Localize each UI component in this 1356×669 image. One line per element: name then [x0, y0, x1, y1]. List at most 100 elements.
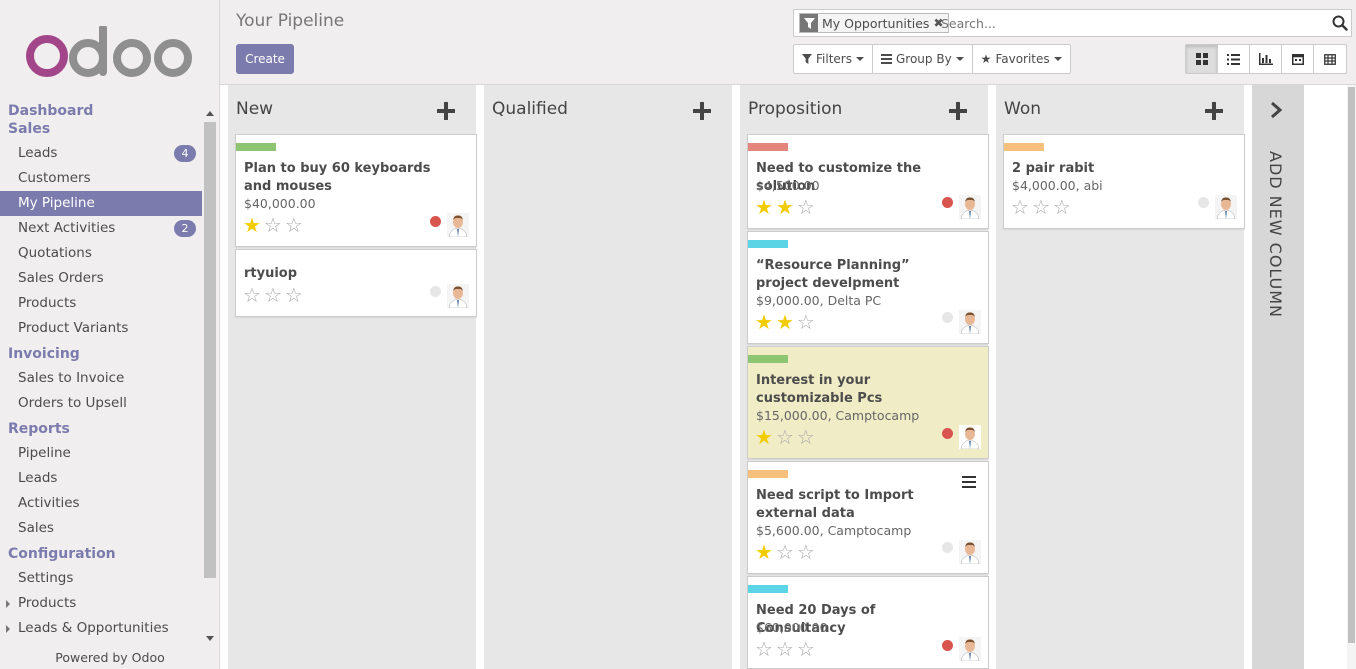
star-icon[interactable]: ☆	[797, 427, 815, 447]
menu-section-dashboard[interactable]: Dashboard	[0, 102, 202, 120]
add-card-plus-icon[interactable]	[1204, 101, 1224, 121]
kanban-card[interactable]: Need 20 Days of Consultancy $60,000.00 ☆…	[747, 576, 989, 669]
kanban-card[interactable]: Interest in your customizable Pcs $15,00…	[747, 346, 989, 459]
star-icon[interactable]: ☆	[1032, 197, 1050, 217]
star-icon[interactable]: ★	[243, 215, 261, 235]
search-input[interactable]	[941, 13, 1321, 33]
list-view-button[interactable]	[1218, 45, 1250, 73]
filters-button[interactable]: Filters	[794, 45, 873, 73]
sidebar-scrollbar[interactable]	[203, 108, 217, 650]
column-title[interactable]: Won	[1004, 99, 1041, 119]
menu-section-invoicing[interactable]: Invoicing	[0, 345, 202, 363]
menu-item-config-products[interactable]: Products	[0, 591, 202, 616]
avatar[interactable]	[959, 425, 981, 449]
menu-item-orders-to-upsell[interactable]: Orders to Upsell	[0, 391, 202, 416]
priority-stars[interactable]: ☆ ☆ ☆	[243, 285, 303, 305]
star-icon[interactable]: ☆	[285, 215, 303, 235]
search-icon[interactable]	[1332, 15, 1348, 35]
scroll-up-arrow-icon[interactable]	[206, 111, 214, 116]
priority-stars[interactable]: ★ ☆ ☆	[755, 542, 815, 562]
star-icon[interactable]: ☆	[797, 312, 815, 332]
star-icon[interactable]: ☆	[776, 542, 794, 562]
graph-view-button[interactable]	[1250, 45, 1282, 73]
activity-status-dot[interactable]	[942, 312, 953, 323]
kanban-card[interactable]: 2 pair rabit $4,000.00, abi ☆ ☆ ☆	[1003, 134, 1245, 229]
add-new-column[interactable]: ADD NEW COLUMN	[1252, 85, 1304, 669]
star-icon[interactable]: ★	[776, 312, 794, 332]
star-icon[interactable]: ☆	[1011, 197, 1029, 217]
search-bar[interactable]: My Opportunities ✖	[793, 9, 1352, 37]
odoo-logo[interactable]	[26, 26, 196, 86]
activity-status-dot[interactable]	[1198, 197, 1209, 208]
hamburger-menu-icon[interactable]	[962, 476, 976, 488]
menu-item-sales-to-invoice[interactable]: Sales to Invoice	[0, 366, 202, 391]
avatar[interactable]	[447, 213, 469, 237]
star-icon[interactable]: ☆	[264, 215, 282, 235]
priority-stars[interactable]: ☆ ☆ ☆	[1011, 197, 1071, 217]
kanban-card[interactable]: Need to customize the solution $4,500.00…	[747, 134, 989, 229]
activity-status-dot[interactable]	[942, 640, 953, 651]
star-icon[interactable]: ☆	[797, 639, 815, 659]
column-title[interactable]: Qualified	[492, 99, 568, 119]
menu-item-report-pipeline[interactable]: Pipeline	[0, 441, 202, 466]
priority-stars[interactable]: ★ ★ ☆	[755, 197, 815, 217]
add-card-plus-icon[interactable]	[692, 101, 712, 121]
kanban-card[interactable]: Need script to Import external data $5,6…	[747, 461, 989, 574]
star-icon[interactable]: ☆	[755, 639, 773, 659]
menu-item-sales-orders[interactable]: Sales Orders	[0, 266, 202, 291]
menu-item-report-activities[interactable]: Activities	[0, 491, 202, 516]
menu-item-settings[interactable]: Settings	[0, 566, 202, 591]
priority-stars[interactable]: ★ ☆ ☆	[243, 215, 303, 235]
priority-stars[interactable]: ☆ ☆ ☆	[755, 639, 815, 659]
add-card-plus-icon[interactable]	[436, 101, 456, 121]
kanban-card[interactable]: rtyuiop ☆ ☆ ☆	[235, 249, 477, 317]
star-icon[interactable]: ★	[755, 427, 773, 447]
star-icon[interactable]: ★	[776, 197, 794, 217]
avatar[interactable]	[959, 195, 981, 219]
activity-status-dot[interactable]	[942, 542, 953, 553]
menu-item-next-activities[interactable]: Next Activities 2	[0, 216, 202, 241]
menu-item-leads-opportunities[interactable]: Leads & Opportunities	[0, 616, 202, 641]
menu-section-reports[interactable]: Reports	[0, 420, 202, 438]
main-scrollbar[interactable]	[1347, 85, 1356, 669]
priority-stars[interactable]: ★ ★ ☆	[755, 312, 815, 332]
avatar[interactable]	[959, 540, 981, 564]
star-icon[interactable]: ☆	[243, 285, 261, 305]
add-card-plus-icon[interactable]	[948, 101, 968, 121]
activity-status-dot[interactable]	[942, 428, 953, 439]
powered-by-odoo[interactable]: Powered by Odoo	[0, 650, 220, 665]
kanban-card[interactable]: Plan to buy 60 keyboards and mouses $40,…	[235, 134, 477, 247]
column-title[interactable]: New	[236, 99, 273, 119]
star-icon[interactable]: ☆	[797, 197, 815, 217]
menu-item-report-leads[interactable]: Leads	[0, 466, 202, 491]
star-icon[interactable]: ☆	[776, 427, 794, 447]
activity-status-dot[interactable]	[430, 286, 441, 297]
sidebar-scroll-thumb[interactable]	[204, 122, 216, 578]
menu-section-sales[interactable]: Sales	[0, 120, 202, 138]
activity-status-dot[interactable]	[942, 197, 953, 208]
favorites-button[interactable]: ★ Favorites	[973, 45, 1070, 73]
pivot-view-button[interactable]	[1314, 45, 1346, 73]
kanban-card[interactable]: “Resource Planning” project develpment $…	[747, 231, 989, 344]
menu-item-report-sales[interactable]: Sales	[0, 516, 202, 541]
menu-section-configuration[interactable]: Configuration	[0, 545, 202, 563]
menu-item-leads[interactable]: Leads 4	[0, 141, 202, 166]
avatar[interactable]	[447, 284, 469, 308]
star-icon[interactable]: ☆	[797, 542, 815, 562]
kanban-view-button[interactable]	[1186, 45, 1218, 73]
activity-status-dot[interactable]	[430, 216, 441, 227]
avatar[interactable]	[959, 637, 981, 661]
column-title[interactable]: Proposition	[748, 99, 842, 119]
priority-stars[interactable]: ★ ☆ ☆	[755, 427, 815, 447]
group-by-button[interactable]: Group By	[873, 45, 973, 73]
main-scroll-thumb[interactable]	[1348, 87, 1355, 643]
create-button[interactable]: Create	[236, 44, 294, 74]
star-icon[interactable]: ☆	[285, 285, 303, 305]
menu-item-my-pipeline[interactable]: My Pipeline	[0, 191, 202, 216]
star-icon[interactable]: ★	[755, 542, 773, 562]
star-icon[interactable]: ★	[755, 312, 773, 332]
calendar-view-button[interactable]	[1282, 45, 1314, 73]
star-icon[interactable]: ☆	[1053, 197, 1071, 217]
scroll-down-arrow-icon[interactable]	[206, 636, 214, 641]
menu-item-products[interactable]: Products	[0, 291, 202, 316]
